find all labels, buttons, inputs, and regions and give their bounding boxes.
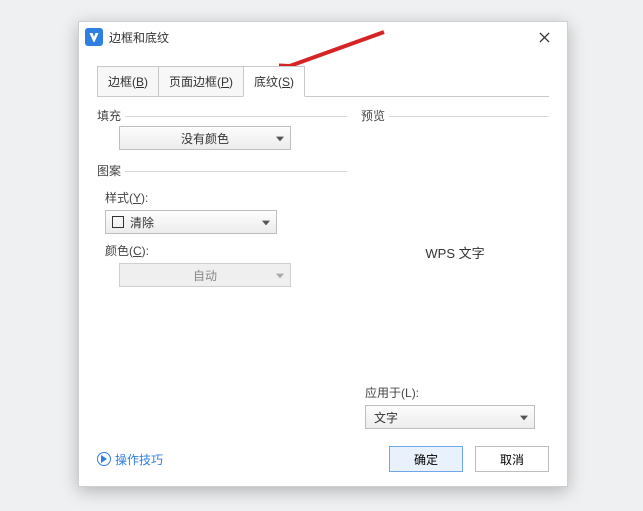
ok-button[interactable]: 确定 (389, 446, 463, 472)
pattern-group: 图案 样式(Y): 清除 颜色(C): 自动 (97, 162, 347, 287)
chevron-down-icon (520, 410, 528, 424)
tips-text: 操作技巧 (115, 451, 163, 468)
apply-to-label: 应用于(L): (365, 384, 549, 401)
footer: 操作技巧 确定 取消 (79, 435, 567, 486)
chevron-down-icon (276, 268, 284, 282)
chevron-down-icon (262, 215, 270, 229)
fill-group: 填充 没有颜色 (97, 107, 347, 150)
dialog-title: 边框和底纹 (109, 29, 169, 46)
left-column: 填充 没有颜色 图案 样式(Y): (97, 107, 347, 429)
app-icon (85, 28, 103, 46)
preview-label: 预览 (361, 107, 385, 126)
clear-style-icon (112, 216, 124, 228)
apply-to-value: 文字 (374, 409, 398, 426)
style-dropdown[interactable]: 清除 (105, 210, 277, 234)
color-value: 自动 (193, 267, 217, 284)
tab-shading[interactable]: 底纹(S) (243, 66, 305, 97)
preview-sample-text: WPS 文字 (425, 243, 484, 262)
apply-to-dropdown[interactable]: 文字 (365, 405, 535, 429)
cancel-button[interactable]: 取消 (475, 446, 549, 472)
content: 填充 没有颜色 图案 样式(Y): (79, 97, 567, 435)
dialog: 边框和底纹 边框(B) 页面边框(P) 底纹(S) 填充 没有颜色 (78, 21, 568, 487)
tabstrip: 边框(B) 页面边框(P) 底纹(S) (79, 53, 567, 96)
buttons: 确定 取消 (389, 446, 549, 472)
preview-box: WPS 文字 (361, 126, 549, 378)
chevron-down-icon (276, 131, 284, 145)
tips-link[interactable]: 操作技巧 (97, 451, 163, 468)
right-column: 预览 WPS 文字 应用于(L): 文字 (361, 107, 549, 429)
tab-page-border[interactable]: 页面边框(P) (158, 66, 244, 97)
style-value: 清除 (130, 214, 154, 231)
color-label: 颜色(C): (105, 242, 347, 259)
play-circle-icon (97, 452, 111, 466)
fill-color-dropdown[interactable]: 没有颜色 (119, 126, 291, 150)
style-label: 样式(Y): (105, 189, 347, 206)
tab-border[interactable]: 边框(B) (97, 66, 159, 97)
color-dropdown: 自动 (119, 263, 291, 287)
fill-group-label: 填充 (97, 107, 121, 126)
close-button[interactable] (527, 26, 561, 48)
fill-color-value: 没有颜色 (181, 130, 229, 147)
titlebar: 边框和底纹 (79, 22, 567, 53)
pattern-group-label: 图案 (97, 162, 121, 181)
close-icon (539, 32, 550, 43)
